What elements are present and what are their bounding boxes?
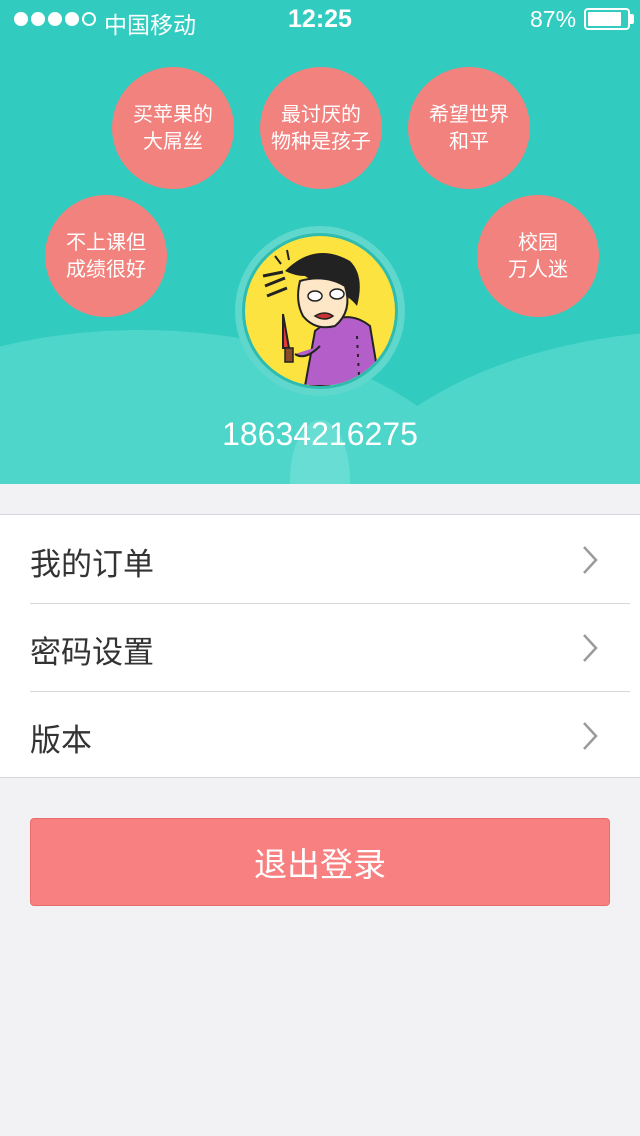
battery-icon xyxy=(584,8,630,30)
avatar[interactable] xyxy=(242,233,398,389)
tag-line: 希望世界 xyxy=(429,102,509,126)
menu-item-label: 版本 xyxy=(30,723,92,759)
menu-item-label: 我的订单 xyxy=(30,547,154,583)
profile-header: 中国移动 12:25 87% 买苹果的 大屌丝 最讨厌的 物种是孩子 希望世界 … xyxy=(0,0,640,484)
avatar-illustration xyxy=(262,249,382,386)
tag-bubble[interactable]: 希望世界 和平 xyxy=(408,67,530,189)
tag-line: 不上课但 xyxy=(66,230,146,254)
menu-item-orders[interactable]: 我的订单 xyxy=(0,515,640,603)
menu-item-version[interactable]: 版本 xyxy=(0,691,640,779)
tag-line: 大屌丝 xyxy=(143,129,203,153)
tag-bubble[interactable]: 最讨厌的 物种是孩子 xyxy=(260,67,382,189)
status-bar: 中国移动 12:25 87% xyxy=(0,0,640,40)
chevron-right-icon xyxy=(583,634,598,662)
chevron-right-icon xyxy=(583,546,598,574)
tag-bubble[interactable]: 买苹果的 大屌丝 xyxy=(112,67,234,189)
menu-item-label: 密码设置 xyxy=(30,635,154,671)
tag-bubble[interactable]: 不上课但 成绩很好 xyxy=(45,195,167,317)
tag-line: 和平 xyxy=(449,129,489,153)
tag-line: 成绩很好 xyxy=(66,257,146,281)
tag-line: 买苹果的 xyxy=(133,102,213,126)
tag-bubble[interactable]: 校园 万人迷 xyxy=(477,195,599,317)
menu-item-password[interactable]: 密码设置 xyxy=(0,603,640,691)
battery-percent: 87% xyxy=(530,6,577,32)
chevron-right-icon xyxy=(583,722,598,750)
phone-number: 18634216275 xyxy=(222,416,418,452)
settings-menu: 我的订单 密码设置 版本 xyxy=(0,514,640,778)
tag-line: 物种是孩子 xyxy=(271,129,371,153)
logout-button[interactable]: 退出登录 xyxy=(30,818,610,906)
battery-tip xyxy=(630,14,634,24)
tag-line: 最讨厌的 xyxy=(281,102,361,126)
tag-line: 万人迷 xyxy=(508,257,568,281)
tag-line: 校园 xyxy=(518,230,558,254)
